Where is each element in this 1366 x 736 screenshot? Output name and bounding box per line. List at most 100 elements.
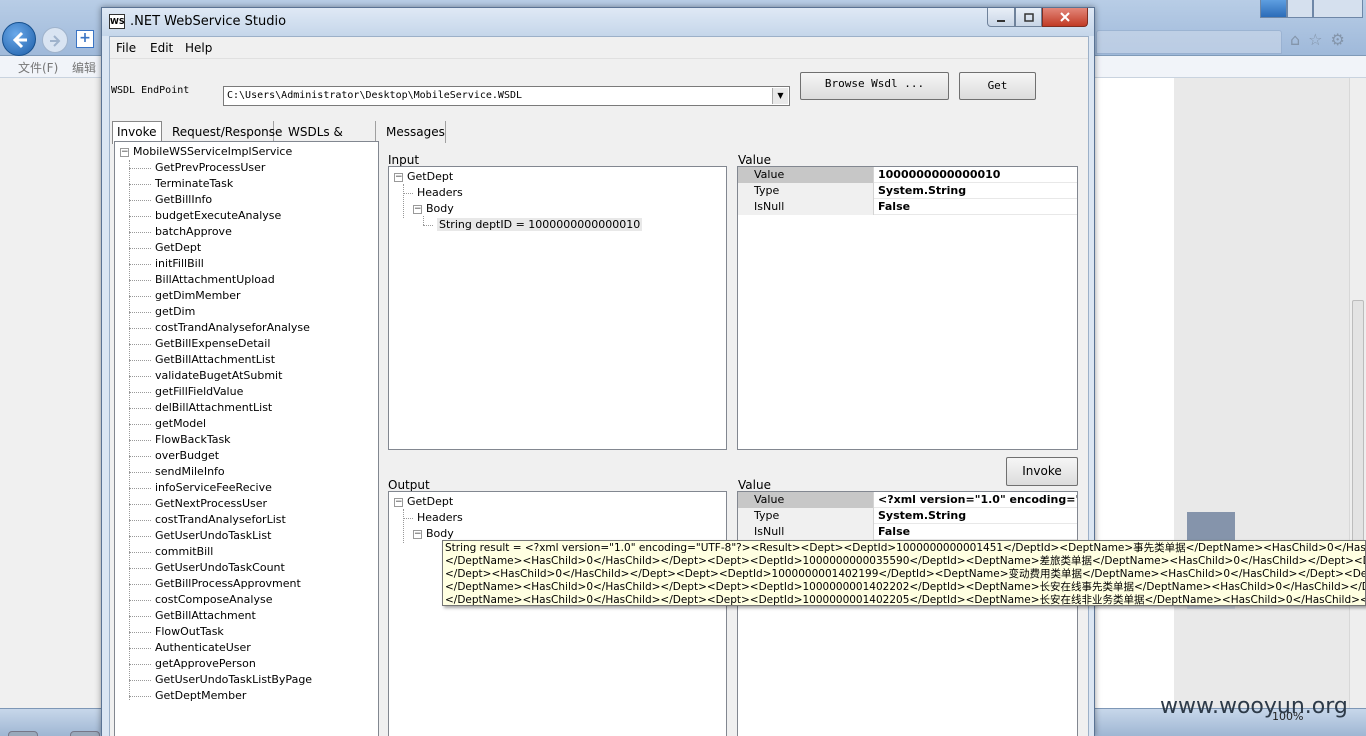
method-label: GetBillExpenseDetail [155, 337, 271, 350]
input-body-node[interactable]: − Body [413, 202, 454, 215]
grid-row-type[interactable]: Type System.String [738, 508, 1077, 524]
menu-help[interactable]: Help [185, 41, 212, 55]
grid-value[interactable]: 1000000000000010 [875, 167, 1077, 183]
browser-menu-edit[interactable]: 编辑 [72, 59, 96, 76]
invoke-button[interactable]: Invoke [1006, 457, 1078, 486]
menu-file[interactable]: File [116, 41, 136, 55]
collapse-icon[interactable]: − [120, 147, 129, 157]
grid-value[interactable]: False [875, 524, 1077, 540]
method-item[interactable]: GetBillAttachmentList [129, 353, 275, 366]
method-item[interactable]: overBudget [129, 449, 219, 462]
tab-messages[interactable]: Messages [378, 121, 446, 143]
method-item[interactable]: GetUserUndoTaskListByPage [129, 673, 312, 686]
chevron-down-icon[interactable]: ▼ [772, 88, 788, 104]
grid-row-value[interactable]: Value 1000000000000010 [738, 167, 1077, 183]
title-bar[interactable]: WS .NET WebService Studio [102, 8, 1094, 36]
grid-value[interactable]: System.String [875, 508, 1077, 524]
method-item[interactable]: costTrandAnalyseforAnalyse [129, 321, 310, 334]
method-item[interactable]: getFillFieldValue [129, 385, 243, 398]
input-tree[interactable]: − GetDept Headers − Body String deptID = 1… [388, 166, 727, 450]
method-item[interactable]: infoServiceFeeRecive [129, 481, 272, 494]
method-item[interactable]: initFillBill [129, 257, 204, 270]
tab-wsdls-proxy[interactable]: WSDLs & Proxy [276, 121, 376, 153]
method-item[interactable]: GetBillAttachment [129, 609, 256, 622]
method-item[interactable]: FlowBackTask [129, 433, 231, 446]
collapse-icon[interactable]: − [394, 497, 403, 507]
method-item[interactable]: getModel [129, 417, 206, 430]
collapse-icon[interactable]: − [394, 172, 403, 182]
method-item[interactable]: GetUserUndoTaskCount [129, 561, 285, 574]
get-button[interactable]: Get [959, 72, 1036, 100]
method-item[interactable]: getDim [129, 305, 195, 318]
method-item[interactable]: costComposeAnalyse [129, 593, 272, 606]
grid-row-value[interactable]: Value <?xml version="1.0" encoding="UT [738, 492, 1077, 508]
close-button[interactable] [1042, 8, 1088, 27]
method-item[interactable]: delBillAttachmentList [129, 401, 272, 414]
method-item[interactable]: BillAttachmentUpload [129, 273, 275, 286]
output-tree[interactable]: − GetDept Headers − Body [388, 491, 727, 736]
output-headers-node[interactable]: Headers [403, 511, 463, 524]
taskbar-item[interactable] [8, 731, 38, 736]
browser-forward-button[interactable] [42, 27, 68, 53]
browser-menu-file[interactable]: 文件(F) [18, 59, 58, 76]
tree-root[interactable]: − MobileWSServiceImplService [120, 145, 292, 158]
method-item[interactable]: GetDeptMember [129, 689, 246, 702]
input-tree-root[interactable]: − GetDept [394, 170, 453, 183]
method-label: GetBillAttachment [155, 609, 256, 622]
method-item[interactable]: GetBillInfo [129, 193, 212, 206]
method-item[interactable]: GetDept [129, 241, 201, 254]
taskbar-item[interactable] [70, 731, 100, 736]
input-value-label: Value [738, 153, 771, 167]
browser-tab[interactable] [1096, 30, 1282, 54]
method-item[interactable]: GetBillProcessApprovment [129, 577, 301, 590]
minimize-button[interactable] [987, 8, 1015, 27]
method-label: delBillAttachmentList [155, 401, 273, 414]
method-item[interactable]: GetNextProcessUser [129, 497, 267, 510]
maximize-button[interactable] [1015, 8, 1042, 27]
tab-request-response[interactable]: Request/Response [160, 121, 282, 143]
menu-edit[interactable]: Edit [150, 41, 173, 55]
method-item[interactable]: sendMileInfo [129, 465, 225, 478]
method-item[interactable]: validateBugetAtSubmit [129, 369, 282, 382]
browse-wsdl-button[interactable]: Browse Wsdl ... [800, 72, 949, 100]
grid-row-type[interactable]: Type System.String [738, 183, 1077, 199]
browser-maximize-button[interactable] [1287, 0, 1313, 18]
method-label: GetDeptMember [155, 689, 247, 702]
method-label: GetDept [155, 241, 202, 254]
wsdl-endpoint-combo[interactable]: C:\Users\Administrator\Desktop\MobileSer… [223, 86, 790, 106]
method-item[interactable]: batchApprove [129, 225, 232, 238]
new-tab-icon[interactable]: + [76, 30, 94, 48]
output-tree-root[interactable]: − GetDept [394, 495, 453, 508]
collapse-icon[interactable]: − [413, 204, 422, 214]
method-item[interactable]: getDimMember [129, 289, 241, 302]
grid-value[interactable]: <?xml version="1.0" encoding="UT [875, 492, 1077, 508]
method-item[interactable]: FlowOutTask [129, 625, 224, 638]
method-label: AuthenticateUser [155, 641, 251, 654]
service-tree[interactable]: − MobileWSServiceImplService GetPrevProce… [114, 141, 379, 736]
input-headers-node[interactable]: Headers [403, 186, 463, 199]
method-item[interactable]: commitBill [129, 545, 213, 558]
browser-minimize-button[interactable] [1260, 0, 1287, 18]
input-property-grid[interactable]: Value 1000000000000010 Type System.String … [737, 166, 1078, 450]
method-item[interactable]: costTrandAnalyseforList [129, 513, 286, 526]
method-label: TerminateTask [155, 177, 234, 190]
grid-value[interactable]: False [875, 199, 1077, 215]
grid-row-isnull[interactable]: IsNull False [738, 199, 1077, 215]
browser-back-button[interactable] [2, 22, 36, 56]
grid-row-isnull[interactable]: IsNull False [738, 524, 1077, 540]
method-item[interactable]: AuthenticateUser [129, 641, 251, 654]
browser-scrollbar[interactable] [1349, 78, 1366, 708]
output-property-grid[interactable]: Value <?xml version="1.0" encoding="UT Ty… [737, 491, 1078, 736]
collapse-icon[interactable]: − [413, 529, 422, 539]
method-item[interactable]: GetBillExpenseDetail [129, 337, 270, 350]
method-item[interactable]: getApprovePerson [129, 657, 256, 670]
method-item[interactable]: TerminateTask [129, 177, 233, 190]
method-item[interactable]: budgetExecuteAnalyse [129, 209, 281, 222]
input-param-node[interactable]: String deptID = 1000000000000010 [423, 218, 643, 231]
method-item[interactable]: GetUserUndoTaskList [129, 529, 271, 542]
method-item[interactable]: GetPrevProcessUser [129, 161, 265, 174]
browser-close-button[interactable] [1313, 0, 1363, 18]
grid-value[interactable]: System.String [875, 183, 1077, 199]
output-body-node[interactable]: − Body [413, 527, 454, 540]
browser-right-icons[interactable]: ⌂☆⚙ [1290, 30, 1366, 50]
